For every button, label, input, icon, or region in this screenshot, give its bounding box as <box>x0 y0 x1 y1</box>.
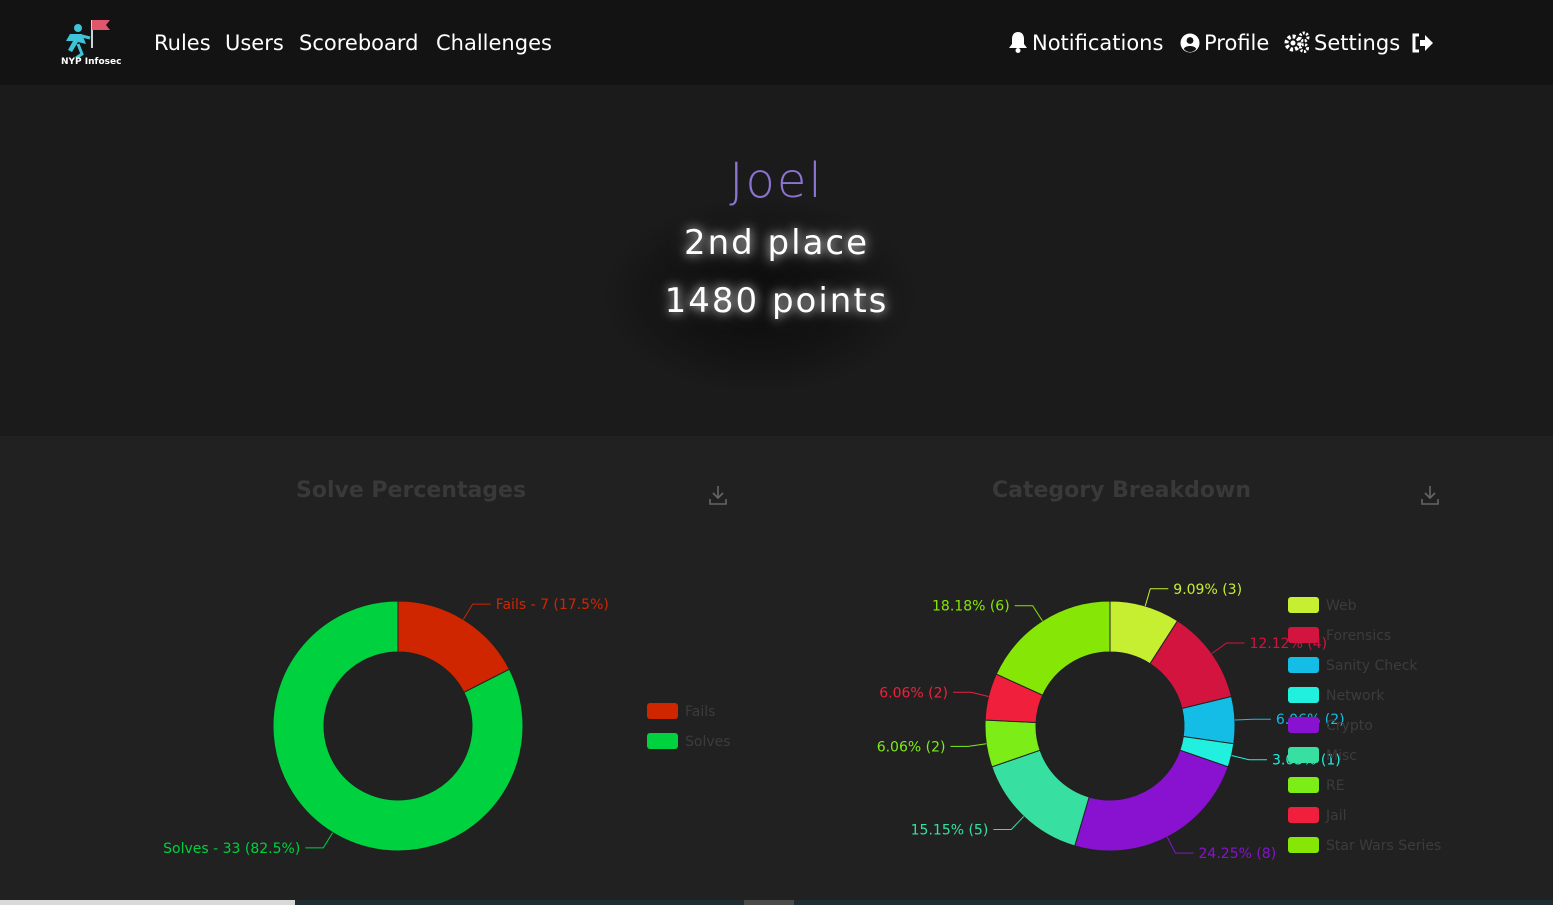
legend-label: Forensics <box>1326 628 1391 644</box>
charts-area: Fails - 7 (17.5%) Solves - 33 (82.5%) Fail… <box>163 582 1441 862</box>
pie-slice-label: 15.15% (5) <box>911 822 989 838</box>
legend-label: Crypto <box>1326 718 1373 734</box>
pie-label-leader <box>1211 642 1245 654</box>
pie-label-leader <box>1166 836 1194 854</box>
pie-label-leader <box>950 743 987 747</box>
top-navbar: NYP Infosec Rules Users Scoreboard Chall… <box>0 0 1553 85</box>
legend-swatch <box>1288 837 1319 853</box>
pie-label-leader <box>462 603 491 620</box>
sign-out-icon <box>1412 33 1433 53</box>
bottom-bar-segment <box>0 900 295 905</box>
legend-swatch <box>647 733 678 749</box>
legend-swatch <box>1288 747 1319 763</box>
user-circle-icon <box>1180 33 1200 53</box>
pie-label-leader <box>1231 754 1267 761</box>
nav-users[interactable]: Users <box>225 30 284 56</box>
pie-label-leader <box>1014 605 1043 622</box>
user-points: 1480 points <box>664 281 889 321</box>
nav-settings[interactable]: Settings <box>1284 30 1400 56</box>
legend-swatch <box>1288 627 1319 643</box>
pie-slice-label: 24.25% (8) <box>1199 846 1277 862</box>
user-place: 2nd place <box>683 223 870 263</box>
legend-label: Web <box>1326 598 1357 614</box>
legend-label: RE <box>1326 778 1345 794</box>
legend-swatch <box>1288 597 1319 613</box>
legend-label: Star Wars Series <box>1326 838 1441 854</box>
pie-label-leader <box>305 832 334 849</box>
nav-scoreboard[interactable]: Scoreboard <box>299 30 418 56</box>
pie-label-leader <box>953 691 989 698</box>
legend-label: Solves <box>685 734 731 750</box>
bell-icon <box>1009 32 1027 53</box>
pie-label-leader <box>1144 588 1169 607</box>
pie-slice-label: 6.06% (2) <box>879 685 948 701</box>
nav-profile[interactable]: Profile <box>1180 30 1269 56</box>
legend-label: Jail <box>1325 808 1347 824</box>
nav-rules[interactable]: Rules <box>154 30 211 56</box>
pie-slice <box>995 600 1111 696</box>
user-name: Joel <box>729 153 824 209</box>
pie-slice <box>1074 749 1229 852</box>
pie-label-leader <box>1234 718 1271 721</box>
legend-swatch <box>647 703 678 719</box>
logo-text: NYP Infosec <box>61 57 122 67</box>
user-hero: Joel 2nd place 1480 points <box>0 85 1553 436</box>
pie-label-leader <box>993 816 1025 830</box>
legend-swatch <box>1288 807 1319 823</box>
legend-swatch <box>1288 717 1319 733</box>
legend-label: Misc <box>1326 748 1357 764</box>
pie-slice-label: 6.06% (2) <box>877 739 946 755</box>
pie-slice-label: Fails - 7 (17.5%) <box>496 597 609 613</box>
legend-label: Sanity Check <box>1326 658 1418 674</box>
nav-settings-label: Settings <box>1314 31 1401 55</box>
gears-icon <box>1284 31 1310 53</box>
legend-swatch <box>1288 687 1319 703</box>
pie-slice-label: 9.09% (3) <box>1173 582 1242 598</box>
legend-label: Network <box>1326 688 1385 704</box>
legend-swatch <box>1288 657 1319 673</box>
legend-label: Fails <box>685 704 715 720</box>
nav-notifications-label: Notifications <box>1032 31 1164 55</box>
legend-swatch <box>1288 777 1319 793</box>
pie-slice-label: Solves - 33 (82.5%) <box>163 841 300 857</box>
logout-button[interactable] <box>1412 30 1438 56</box>
nav-profile-label: Profile <box>1204 31 1270 55</box>
bottom-scrollbar-thumb[interactable] <box>744 900 794 905</box>
pie-slice <box>991 749 1090 847</box>
nav-challenges[interactable]: Challenges <box>436 30 552 56</box>
pie-slice-label: 18.18% (6) <box>932 599 1010 615</box>
nav-notifications[interactable]: Notifications <box>1008 30 1163 56</box>
